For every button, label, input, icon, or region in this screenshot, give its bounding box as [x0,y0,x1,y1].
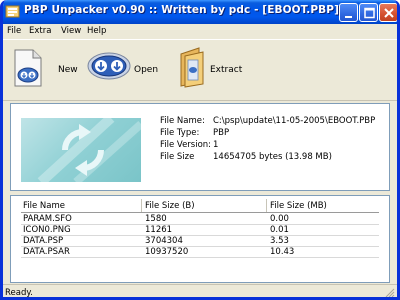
minimize-icon [345,16,352,18]
extract-button[interactable]: Extract [173,40,253,100]
new-button[interactable]: New [9,40,81,100]
menu-bar: File Extra View Help [3,24,397,38]
status-bar: Ready. [3,284,397,298]
list-header: File Name File Size (B) File Size (MB) [21,199,379,213]
icon-preview [21,118,141,182]
file-size-label: File Size [160,152,195,162]
file-list[interactable]: File Name File Size (B) File Size (MB) P… [10,195,390,283]
status-text: Ready. [5,288,33,298]
app-icon [5,5,20,18]
new-label: New [58,65,78,75]
title-bar[interactable]: PBP Unpacker v0.90 :: Written by pdc - [… [3,0,397,24]
extract-folder-icon [180,47,204,88]
file-version-label: File Version: [160,140,212,150]
menu-help[interactable]: Help [87,26,106,36]
file-size-value: 14654705 bytes (13.98 MB) [213,152,332,162]
open-button[interactable]: Open [87,40,167,100]
cell-file-name: DATA.PSP [23,236,64,246]
table-row[interactable]: ICON0.PNG 11261 0.01 [21,225,379,236]
table-row[interactable]: DATA.PSP 3704304 3.53 [21,236,379,247]
maximize-button[interactable] [359,3,378,22]
menu-file[interactable]: File [7,26,21,36]
menu-extra[interactable]: Extra [29,26,51,36]
file-version-value: 1 [213,140,219,150]
maximize-icon [364,7,375,19]
file-name-value: C:\psp\update\11-05-2005\EBOOT.PBP [213,116,376,126]
file-type-value: PBP [213,128,230,138]
refresh-icon [37,118,141,182]
menu-view[interactable]: View [61,26,81,36]
close-button[interactable] [379,3,397,22]
cell-size-mb: 3.53 [270,236,289,246]
file-info-panel: File Name: C:\psp\update\11-05-2005\EBOO… [10,103,390,191]
window-title: PBP Unpacker v0.90 :: Written by pdc - [… [24,4,339,16]
cell-size-mb: 10.43 [270,247,295,257]
cell-size-b: 1580 [145,214,167,224]
cell-size-b: 10937520 [145,247,189,257]
resize-grip-icon[interactable] [385,288,395,298]
app-window: PBP Unpacker v0.90 :: Written by pdc - [… [0,0,400,300]
cell-size-b: 11261 [145,225,173,235]
file-name-label: File Name: [160,116,205,126]
column-header-size-mb[interactable]: File Size (MB) [270,201,327,211]
cell-file-name: PARAM.SFO [23,214,72,224]
file-type-label: File Type: [160,128,200,138]
table-row[interactable]: DATA.PSAR 10937520 10.43 [21,247,379,258]
open-label: Open [134,65,159,75]
column-header-size-b[interactable]: File Size (B) [145,201,195,211]
extract-label: Extract [210,65,243,75]
toolbar: New Open Extract [3,39,397,101]
new-icon [14,49,42,87]
column-divider[interactable] [266,199,267,212]
cell-file-name: ICON0.PNG [23,225,71,235]
cell-file-name: DATA.PSAR [23,247,70,257]
minimize-button[interactable] [339,3,358,22]
column-divider[interactable] [141,199,142,212]
table-row[interactable]: PARAM.SFO 1580 0.00 [21,214,379,225]
column-header-file-name[interactable]: File Name [23,201,65,211]
cell-size-mb: 0.00 [270,214,289,224]
cell-size-mb: 0.01 [270,225,289,235]
close-icon [384,8,394,18]
open-icon [87,52,131,80]
cell-size-b: 3704304 [145,236,183,246]
